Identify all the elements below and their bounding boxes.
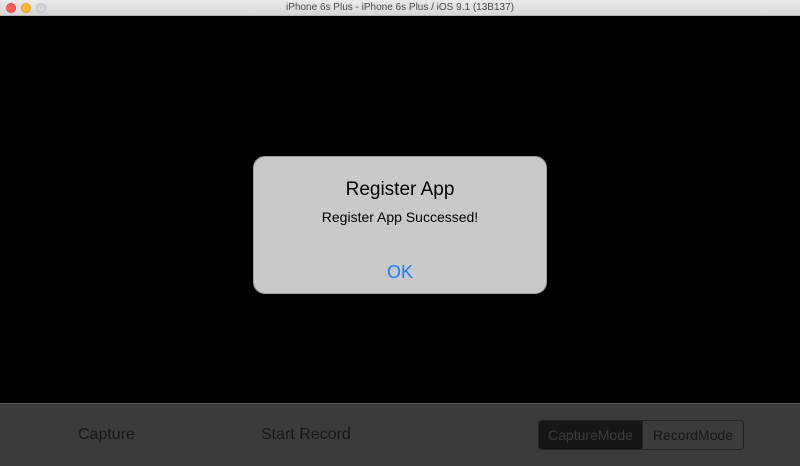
- mode-segmented-control: CaptureMode RecordMode: [538, 420, 744, 450]
- alert-message: Register App Successed!: [321, 209, 479, 225]
- segment-record-mode[interactable]: RecordMode: [643, 421, 743, 449]
- window-title-bar: iPhone 6s Plus - iPhone 6s Plus / iOS 9.…: [0, 0, 800, 16]
- capture-button[interactable]: Capture: [78, 426, 135, 444]
- window-title: iPhone 6s Plus - iPhone 6s Plus / iOS 9.…: [286, 2, 514, 13]
- ok-button[interactable]: OK: [254, 250, 546, 293]
- alert-title: Register App: [345, 179, 455, 200]
- start-record-button[interactable]: Start Record: [261, 426, 351, 444]
- bottom-toolbar: Capture Start Record CaptureMode RecordM…: [0, 403, 800, 466]
- simulator-window: iPhone 6s Plus - iPhone 6s Plus / iOS 9.…: [0, 0, 800, 466]
- segment-capture-mode[interactable]: CaptureMode: [539, 421, 643, 449]
- alert-dialog: Register App Register App Successed! OK: [253, 156, 547, 294]
